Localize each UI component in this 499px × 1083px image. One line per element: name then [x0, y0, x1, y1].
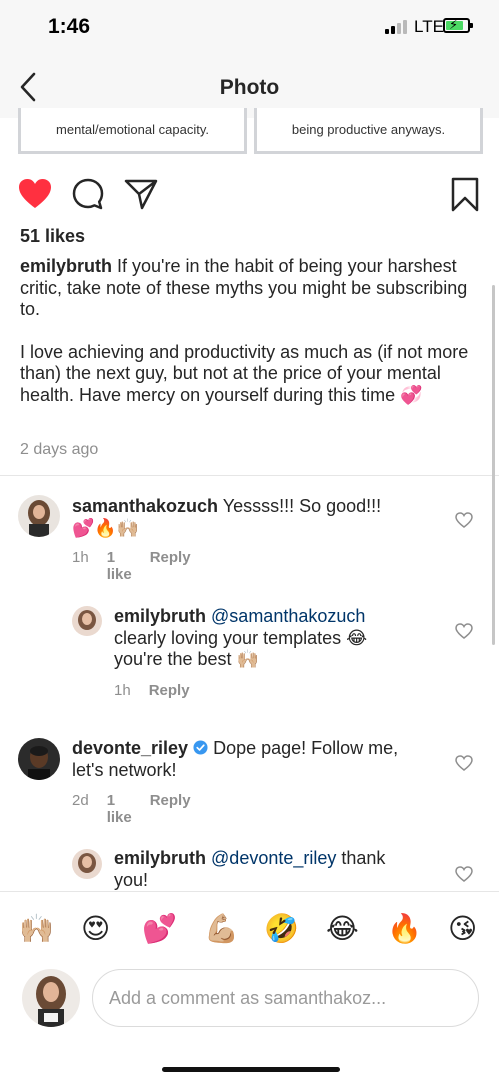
battery-icon: ⚡ — [443, 17, 473, 33]
comment-emoji: 💕🔥🙌🏼 — [72, 517, 140, 539]
reply-button[interactable]: Reply — [149, 682, 190, 699]
comment-time: 1h — [72, 549, 89, 566]
emoji-quick-bar: 🙌🏼 😍 💕 💪🏼 🤣 😂 🔥 😘 — [0, 891, 499, 965]
comment-likes[interactable]: 1 like — [107, 549, 132, 583]
comment-time: 1h — [114, 682, 131, 699]
heart-outline-icon — [455, 623, 473, 639]
comment-text: clearly loving your templates 😂 — [114, 627, 368, 648]
scrollbar[interactable] — [492, 285, 495, 645]
comment-likes[interactable]: 1 like — [107, 792, 132, 826]
comment-text-2: let's network! — [72, 759, 177, 780]
avatar[interactable] — [18, 738, 60, 780]
mention-link[interactable]: @devonte_riley — [211, 848, 336, 868]
emoji-button[interactable]: 😍 — [81, 912, 110, 946]
status-time: 1:46 — [48, 15, 91, 38]
post-image-card-left: mental/emotional capacity. — [18, 108, 247, 154]
comment-text: Dope page! Follow me, — [208, 738, 399, 758]
comment-username[interactable]: samanthakozuch — [72, 496, 218, 516]
comment-username[interactable]: emilybruth — [114, 848, 206, 868]
avatar[interactable] — [18, 495, 60, 537]
emoji-button[interactable]: 💪🏼 — [204, 912, 239, 946]
likes-count[interactable]: 51 likes — [20, 226, 85, 247]
card-text-right: being productive anyways. — [291, 122, 446, 137]
post-caption: emilybruth If you're in the habit of bei… — [20, 256, 482, 406]
signal-icon — [385, 20, 407, 34]
comment-text: Yessss!!! So good!!! — [218, 496, 382, 516]
status-bar: 1:46 LTE ⚡ — [0, 0, 499, 56]
page-title: Photo — [219, 76, 280, 99]
post-image-card-right: being productive anyways. — [254, 108, 483, 154]
comment-icon — [72, 178, 104, 210]
heart-filled-icon — [19, 179, 51, 208]
like-button[interactable] — [17, 176, 53, 212]
comment-time: 2d — [72, 792, 89, 809]
comment-text: thank — [336, 848, 386, 868]
share-button[interactable] — [123, 176, 159, 212]
emoji-button[interactable]: 😘 — [448, 912, 477, 946]
comment-input[interactable] — [92, 969, 479, 1027]
post-actions — [0, 172, 499, 216]
comment-username[interactable]: devonte_riley — [72, 738, 188, 758]
comment-like-button[interactable] — [455, 755, 473, 771]
emoji-button[interactable]: 🙌🏼 — [19, 912, 54, 946]
paper-plane-icon — [124, 179, 158, 210]
emoji-button[interactable]: 🔥 — [387, 912, 422, 946]
avatar[interactable] — [72, 606, 102, 636]
comment-text-2: you! — [114, 869, 149, 890]
heart-outline-icon — [455, 512, 473, 528]
emoji-button[interactable]: 🤣 — [264, 912, 299, 946]
comment-like-button[interactable] — [455, 623, 473, 639]
caption-text-2: I love achieving and productivity as muc… — [20, 341, 469, 405]
comment-like-button[interactable] — [455, 512, 473, 528]
caption-username[interactable]: emilybruth — [20, 256, 112, 276]
comment-composer — [0, 965, 499, 1045]
save-button[interactable] — [447, 176, 483, 212]
divider — [0, 475, 499, 476]
emoji-button[interactable]: 😂 — [326, 912, 359, 946]
comment-username[interactable]: emilybruth — [114, 606, 206, 626]
post-time: 2 days ago — [20, 441, 99, 458]
bookmark-icon — [451, 177, 479, 212]
mention-link[interactable]: @samanthakozuch — [211, 606, 365, 626]
comment-text-2: you're the best 🙌🏼 — [114, 649, 259, 669]
emoji-button[interactable]: 💕 — [142, 912, 177, 946]
card-text-left: mental/emotional capacity. — [56, 122, 209, 137]
heart-outline-icon — [455, 755, 473, 771]
comment-like-button[interactable] — [455, 866, 473, 882]
reply-button[interactable]: Reply — [150, 792, 191, 826]
network-label: LTE — [414, 17, 444, 36]
avatar[interactable] — [22, 969, 80, 1027]
home-indicator[interactable] — [162, 1067, 340, 1072]
verified-badge-icon — [193, 740, 208, 755]
reply-button[interactable]: Reply — [150, 549, 191, 583]
heart-outline-icon — [455, 866, 473, 882]
comment-button[interactable] — [70, 176, 106, 212]
avatar[interactable] — [72, 849, 102, 879]
